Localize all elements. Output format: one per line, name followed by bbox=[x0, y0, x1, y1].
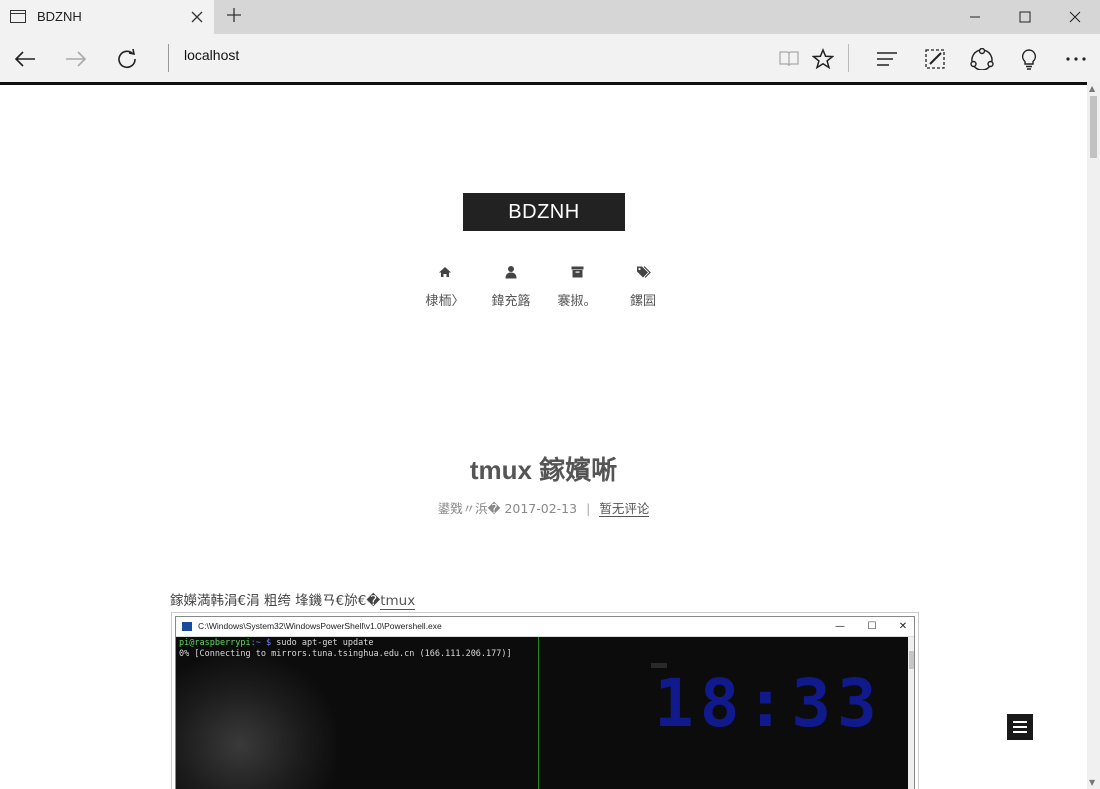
meta-separator: | bbox=[586, 501, 591, 516]
terminal-output: 0% [Connecting to mirrors.tuna.tsinghua.… bbox=[179, 649, 512, 659]
menu-item-archive[interactable]: 褰掓。 bbox=[547, 265, 607, 309]
star-icon[interactable] bbox=[810, 46, 836, 72]
home-icon bbox=[439, 267, 451, 277]
menu-label-home: 棣栭〉 bbox=[425, 294, 465, 309]
tmux-pane-divider bbox=[538, 637, 539, 789]
terminal-body: pi@raspberrypi:~ $ sudo apt-get update 0… bbox=[176, 637, 908, 789]
site-menu: 棣栭〉 鍏充簬 褰掓。 鏍囩 bbox=[420, 265, 670, 315]
menu-item-about[interactable]: 鍏充簬 bbox=[481, 265, 541, 309]
post-intro: 鎵嬫満韩涓€涓 粗绔 埄鐖ㄢ€旀€�tmux bbox=[170, 589, 416, 610]
book-icon[interactable] bbox=[776, 46, 802, 72]
menu-item-home[interactable]: 棣栭〉 bbox=[415, 265, 475, 309]
share-icon[interactable] bbox=[969, 46, 995, 72]
address-separator bbox=[168, 44, 169, 72]
tmux-clock: 18:33 bbox=[654, 665, 883, 742]
powershell-titlebar: C:\Windows\System32\WindowsPowerShell\v1… bbox=[176, 617, 914, 637]
menu-item-tags[interactable]: 鏍囩 bbox=[613, 265, 673, 309]
powershell-title: C:\Windows\System32\WindowsPowerShell\v1… bbox=[198, 621, 442, 631]
prompt-user: pi@raspberrypi bbox=[179, 638, 251, 648]
ps-maximize-icon: ☐ bbox=[867, 621, 877, 632]
plus-icon[interactable] bbox=[222, 4, 246, 28]
forward-arrow-icon[interactable] bbox=[63, 46, 89, 72]
user-icon bbox=[505, 266, 517, 279]
menu-label-archive: 褰掓。 bbox=[557, 294, 597, 309]
ps-minimize-icon: — bbox=[835, 621, 845, 632]
page-scrollbar[interactable]: ▲ ▼ bbox=[1087, 82, 1100, 789]
tab-page-icon bbox=[10, 10, 26, 23]
more-icon[interactable] bbox=[1063, 46, 1089, 72]
menu-toggle-button[interactable] bbox=[1007, 714, 1033, 740]
scroll-thumb[interactable] bbox=[1090, 96, 1097, 158]
close-icon[interactable] bbox=[186, 5, 208, 27]
terminal-line-command: pi@raspberrypi:~ $ sudo apt-get update bbox=[179, 638, 374, 648]
scroll-up-icon[interactable]: ▲ bbox=[1089, 84, 1095, 93]
post-image: C:\Windows\System32\WindowsPowerShell\v1… bbox=[171, 612, 919, 789]
terminal-scrollbar bbox=[908, 637, 914, 789]
prompt-path: :~ $ bbox=[250, 638, 272, 648]
pen-note-icon[interactable] bbox=[922, 46, 948, 72]
powershell-window: C:\Windows\System32\WindowsPowerShell\v1… bbox=[175, 616, 915, 789]
powershell-icon bbox=[182, 622, 192, 631]
tags-icon bbox=[636, 266, 651, 278]
lightbulb-icon[interactable] bbox=[1016, 46, 1042, 72]
post-title[interactable]: tmux 鎵嬪唽 bbox=[0, 450, 1087, 487]
navigation-bar: localhost bbox=[0, 34, 1100, 82]
post-date: 鍙戣〃浜� 2017-02-13 bbox=[437, 501, 578, 516]
active-tab[interactable]: BDZNH bbox=[0, 0, 214, 34]
tab-title: BDZNH bbox=[37, 9, 82, 24]
post-meta: 鍙戣〃浜� 2017-02-13 | 暂无评论 bbox=[0, 498, 1087, 517]
archive-icon bbox=[571, 266, 583, 278]
minimize-button[interactable] bbox=[950, 0, 1000, 34]
site-logo[interactable]: BDZNH bbox=[463, 193, 625, 231]
window-close-button[interactable] bbox=[1050, 0, 1100, 34]
tmux-link[interactable]: tmux bbox=[380, 593, 416, 610]
hub-icon[interactable] bbox=[874, 46, 900, 72]
intro-text: 鎵嬫満韩涓€涓 粗绔 埄鐖ㄢ€旀€� bbox=[170, 593, 381, 609]
address-bar[interactable]: localhost bbox=[184, 47, 239, 63]
maximize-button[interactable] bbox=[1000, 0, 1050, 34]
tab-strip: BDZNH bbox=[0, 0, 1100, 34]
toolbar-separator bbox=[848, 44, 849, 72]
web-page: BDZNH 棣栭〉 鍏充簬 褰掓。 鏍囩 tmux 鎵嬪唽 鍙戣〃浜� 2017… bbox=[0, 85, 1087, 789]
wallpaper-figure bbox=[176, 655, 336, 789]
back-arrow-icon[interactable] bbox=[12, 46, 38, 72]
scroll-down-icon[interactable]: ▼ bbox=[1089, 778, 1095, 787]
refresh-icon[interactable] bbox=[114, 46, 140, 72]
menu-label-about: 鍏充簬 bbox=[491, 294, 531, 309]
terminal-command: sudo apt-get update bbox=[271, 638, 374, 648]
ps-close-icon: ✕ bbox=[898, 621, 908, 632]
comments-link[interactable]: 暂无评论 bbox=[599, 501, 650, 517]
menu-label-tags: 鏍囩 bbox=[629, 294, 656, 309]
